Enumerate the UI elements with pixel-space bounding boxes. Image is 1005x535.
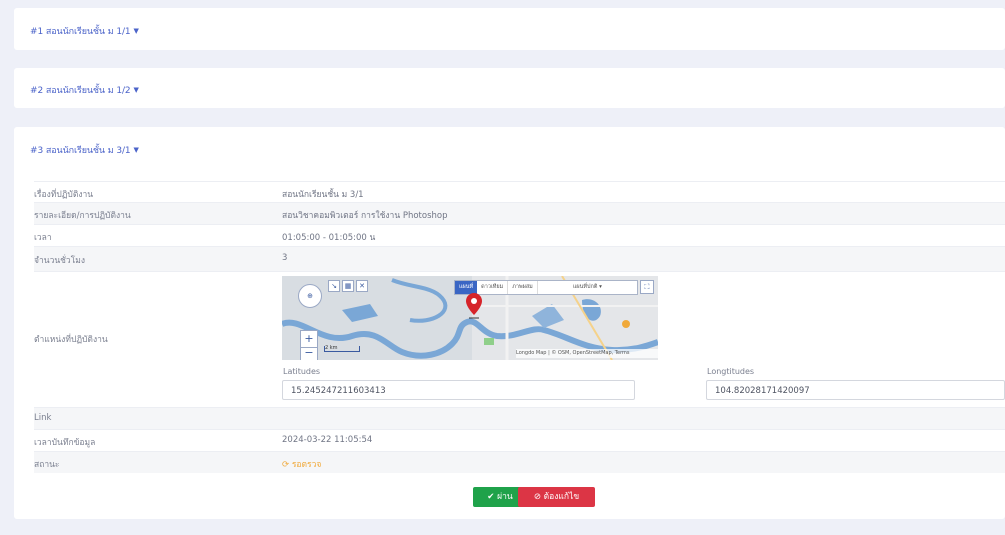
map-zoom-out-button[interactable]: − — [300, 347, 318, 360]
needs-fix-button[interactable]: ⊘ ต้องแก้ไข — [518, 487, 595, 507]
time-value: 01:05:00 - 01:05:00 น — [282, 233, 376, 243]
detail-row-link: Link — [34, 407, 1005, 429]
check-icon: ✔ — [487, 492, 495, 502]
location-pin-icon — [466, 293, 482, 319]
detail-row-topic: เรื่องที่ปฏิบัติงาน สอนนักเรียนชั้น ม 3/… — [34, 181, 1005, 202]
ban-icon: ⊘ — [533, 492, 541, 502]
hours-label: จำนวนชั่วโมง — [34, 256, 86, 266]
status-badge: ⟳ รอตรวจ — [282, 457, 321, 471]
panel-class-1-2: #2 สอนนักเรียนชั้น ม 1/2 ▼ — [14, 68, 1005, 108]
saved-at-value: 2024-03-22 11:05:54 — [282, 435, 373, 445]
hours-value: 3 — [282, 253, 288, 263]
map-fullscreen-button[interactable]: ⛶ — [640, 280, 654, 294]
map-style-dropdown[interactable]: แผนที่ปกติ ▾ — [538, 281, 637, 294]
detail-row-time: เวลา 01:05:00 - 01:05:00 น — [34, 224, 1005, 246]
latitude-label: Latitudes — [283, 367, 321, 376]
detail-row-status: สถานะ ⟳ รอตรวจ — [34, 451, 1005, 473]
map-type-hybrid[interactable]: ภาพผสม — [508, 281, 538, 294]
caret-down-icon: ▼ — [133, 146, 139, 154]
panel-2-toggle[interactable]: #2 สอนนักเรียนชั้น ม 1/2 ▼ — [30, 83, 139, 97]
description-value: สอนวิชาคอมพิวเตอร์ การใช้งาน Photoshop — [282, 211, 448, 221]
map-pan-control[interactable]: ⊕ — [298, 284, 322, 308]
latitude-field[interactable]: 15.245247211603413 — [282, 380, 635, 400]
panel-class-3-1: #3 สอนนักเรียนชั้น ม 3/1 ▼ เรื่องที่ปฏิบั… — [14, 127, 1005, 519]
topic-value: สอนนักเรียนชั้น ม 3/1 — [282, 190, 364, 200]
map-tools: ↘ ▦ ✕ — [328, 280, 368, 292]
link-label: Link — [34, 413, 52, 423]
longitude-label: Longtitudes — [707, 367, 755, 376]
detail-row-description: รายละเอียด/การปฏิบัติงาน สอนวิชาคอมพิวเต… — [34, 202, 1005, 224]
longitude-field[interactable]: 104.82028171420097 — [706, 380, 1005, 400]
map-scale-label: 2 km — [325, 345, 338, 351]
map-style-value: แผนที่ปกติ — [572, 284, 598, 290]
panel-3-title: #3 สอนนักเรียนชั้น ม 3/1 — [30, 146, 131, 156]
panel-class-1-1: #1 สอนนักเรียนชั้น ม 1/1 ▼ — [14, 8, 1005, 50]
map-layer-icon[interactable]: ▦ — [342, 280, 354, 292]
panel-1-toggle[interactable]: #1 สอนนักเรียนชั้น ม 1/1 ▼ — [30, 24, 139, 38]
panel-2-title: #2 สอนนักเรียนชั้น ม 1/2 — [30, 86, 131, 96]
needs-fix-label: ต้องแก้ไข — [543, 492, 580, 502]
saved-at-label: เวลาบันทึกข้อมูล — [34, 438, 96, 448]
detail-row-saved-at: เวลาบันทึกข้อมูล 2024-03-22 11:05:54 — [34, 429, 1005, 451]
panel-1-title: #1 สอนนักเรียนชั้น ม 1/1 — [30, 27, 131, 37]
topic-label: เรื่องที่ปฏิบัติงาน — [34, 190, 94, 200]
chevron-down-icon: ▾ — [599, 284, 602, 290]
panel-3-toggle[interactable]: #3 สอนนักเรียนชั้น ม 3/1 ▼ — [30, 143, 139, 157]
location-label: ตำแหน่งที่ปฏิบัติงาน — [34, 335, 108, 345]
approve-label: ผ่าน — [497, 492, 513, 502]
map-scale: 2 km — [324, 346, 360, 352]
refresh-icon: ⟳ — [282, 460, 290, 470]
description-label: รายละเอียด/การปฏิบัติงาน — [34, 211, 131, 221]
status-text: รอตรวจ — [291, 460, 322, 470]
caret-down-icon: ▼ — [133, 86, 139, 94]
status-label: สถานะ — [34, 460, 60, 470]
map-attribution: Longdo Map | © OSM, OpenStreetMap, Terms — [516, 349, 658, 358]
detail-row-hours: จำนวนชั่วโมง 3 — [34, 246, 1005, 271]
caret-down-icon: ▼ — [133, 27, 139, 35]
map-ruler-icon[interactable]: ↘ — [328, 280, 340, 292]
map-clear-icon[interactable]: ✕ — [356, 280, 368, 292]
location-map[interactable]: ⊕ + − ↘ ▦ ✕ แผนที่ ดาวเทียม ภาพผสม แผนที… — [282, 276, 658, 360]
time-label: เวลา — [34, 233, 52, 243]
